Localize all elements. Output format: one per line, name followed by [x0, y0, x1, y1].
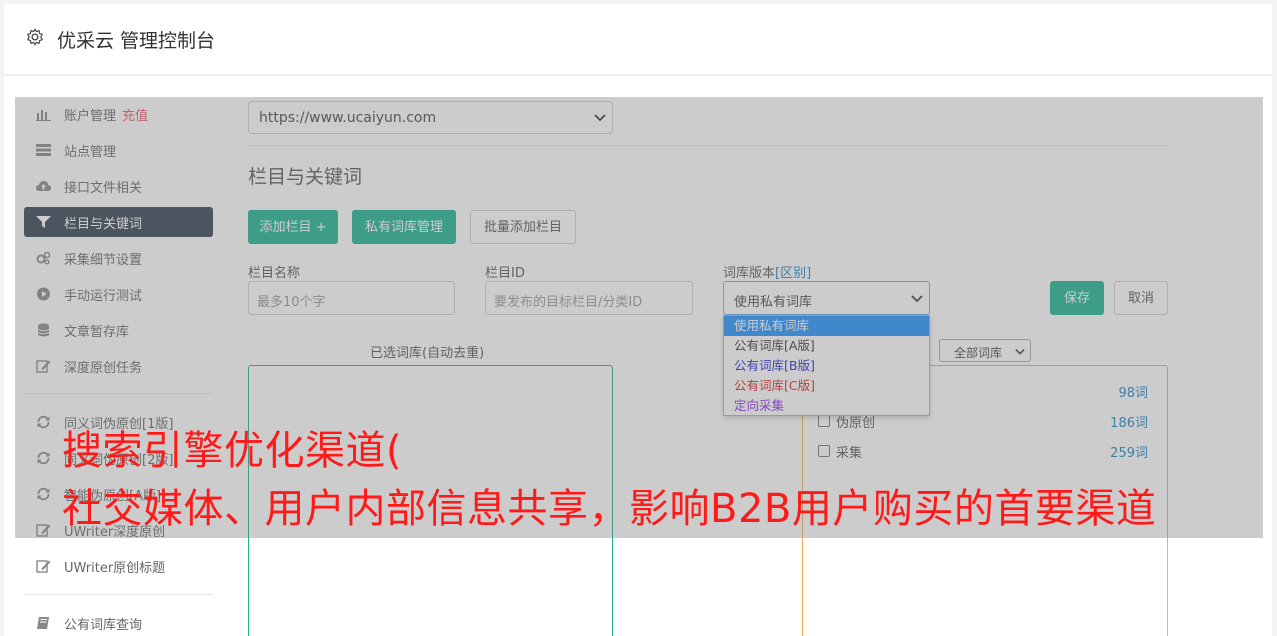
sidebar-item-label: UWriter原创标题 — [64, 561, 166, 576]
sidebar-item-uwriter-title[interactable]: UWriter原创标题 — [24, 551, 213, 581]
sidebar-item-label: 公有词库查询 — [64, 618, 143, 633]
book-icon — [37, 617, 49, 629]
caption-line-2: 社交媒体、用户内部信息共享，影响B2B用户购买的首要渠道 — [62, 486, 1157, 532]
sidebar-item-public-lib[interactable]: 公有词库查询 — [24, 608, 213, 636]
caption-line-1: 搜索引擎优化渠道( — [62, 428, 403, 474]
top-bar: 优采云 管理控制台 — [4, 4, 1272, 75]
gear-icon — [26, 28, 44, 46]
page-title: 优采云 管理控制台 — [57, 30, 216, 52]
sidebar-divider — [24, 594, 213, 595]
edit-icon — [36, 560, 51, 573]
